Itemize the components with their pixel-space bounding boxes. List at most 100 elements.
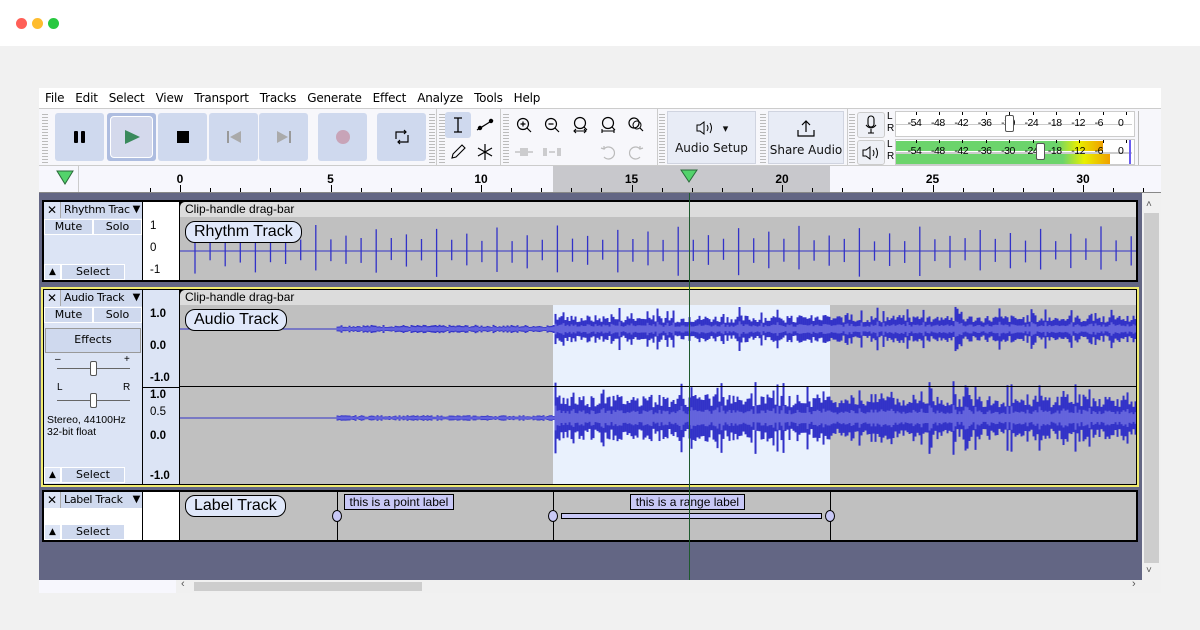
- track-name-menu[interactable]: Label Track ▼: [61, 492, 142, 508]
- select-track-button[interactable]: Select: [61, 264, 125, 280]
- point-label[interactable]: this is a point label: [343, 494, 455, 510]
- waveform-rms: [1108, 410, 1111, 426]
- zoom-out-button[interactable]: [539, 112, 565, 138]
- horizontal-scrollbar[interactable]: ‹ ›: [39, 578, 1142, 593]
- loop-button[interactable]: [377, 113, 426, 161]
- collapse-track-button[interactable]: ▲: [44, 524, 61, 540]
- label-drag-handle[interactable]: [548, 510, 559, 522]
- menu-select[interactable]: Select: [109, 91, 145, 105]
- pause-button[interactable]: [55, 113, 104, 161]
- waveform-rms: [390, 417, 393, 419]
- maximize-window-button[interactable]: [48, 18, 59, 29]
- range-label-bar[interactable]: [561, 513, 823, 519]
- record-meter-button[interactable]: [857, 112, 885, 138]
- menu-effect[interactable]: Effect: [373, 91, 407, 105]
- horizontal-scroll-thumb[interactable]: [194, 582, 422, 591]
- menu-file[interactable]: File: [45, 91, 64, 105]
- clip-handle-drag-bar[interactable]: Clip-handle drag-bar: [180, 202, 1136, 217]
- playback-volume-slider[interactable]: [1036, 143, 1046, 160]
- fit-selection-button[interactable]: [567, 112, 593, 138]
- edit-toolbar-grip[interactable]: [503, 112, 509, 164]
- skip-to-end-button[interactable]: [259, 113, 308, 161]
- share-audio-button[interactable]: Share Audio: [768, 111, 844, 164]
- waveform-rms: [770, 325, 773, 333]
- close-window-button[interactable]: [16, 18, 27, 29]
- scroll-up-icon[interactable]: ˄: [1146, 199, 1152, 210]
- skip-to-start-button[interactable]: [209, 113, 258, 161]
- audio-setup-toolbar-grip[interactable]: [659, 112, 665, 164]
- fit-project-button[interactable]: [595, 112, 621, 138]
- undo-button[interactable]: [595, 139, 621, 165]
- effects-button[interactable]: Effects: [45, 328, 141, 353]
- track-name-menu[interactable]: Audio Track ▼: [61, 290, 142, 306]
- label-area[interactable]: Label Track this is a point label this is…: [180, 492, 1136, 540]
- audio-clip[interactable]: Clip-handle drag-bar Audio Track: [180, 290, 1136, 484]
- mute-button[interactable]: Mute: [44, 219, 93, 235]
- meter-toolbar-grip[interactable]: [849, 112, 855, 164]
- envelope-tool-button[interactable]: [472, 112, 498, 138]
- share-toolbar-grip[interactable]: [760, 112, 766, 164]
- multi-tool-button[interactable]: [472, 139, 498, 165]
- menu-edit[interactable]: Edit: [75, 91, 98, 105]
- menu-analyze[interactable]: Analyze: [417, 91, 463, 105]
- menu-generate[interactable]: Generate: [307, 91, 362, 105]
- timeline-ruler[interactable]: 0 5 10 15 20 25 30: [39, 166, 1161, 193]
- record-volume-slider[interactable]: [1005, 115, 1015, 132]
- playback-meter[interactable]: -54 -48 -42 -36 -30 -24 -18 -12 -6 0: [895, 139, 1135, 165]
- waveform-rms: [712, 325, 715, 333]
- playback-meter-button[interactable]: [857, 140, 885, 165]
- zoom-in-button[interactable]: [511, 112, 537, 138]
- close-track-button[interactable]: ✕: [44, 202, 61, 218]
- record-button[interactable]: [318, 113, 367, 161]
- collapse-track-button[interactable]: ▲: [44, 467, 61, 483]
- select-track-button[interactable]: Select: [61, 467, 125, 483]
- menu-view[interactable]: View: [156, 91, 184, 105]
- toolbar-grip[interactable]: [429, 112, 435, 164]
- play-head-marker-icon[interactable]: [56, 170, 74, 186]
- play-button[interactable]: [107, 113, 156, 161]
- audio-setup-button[interactable]: ▾ Audio Setup: [667, 111, 756, 164]
- draw-tool-button[interactable]: [445, 139, 471, 165]
- menu-help[interactable]: Help: [514, 91, 541, 105]
- clip-handle-drag-bar[interactable]: Clip-handle drag-bar: [180, 290, 1136, 305]
- menu-tracks[interactable]: Tracks: [260, 91, 297, 105]
- collapse-track-button[interactable]: ▲: [44, 264, 61, 280]
- mute-button[interactable]: Mute: [44, 307, 93, 323]
- vertical-scroll-thumb[interactable]: [1144, 213, 1159, 563]
- pan-slider-thumb[interactable]: [90, 393, 97, 408]
- waveform-rms: [580, 411, 583, 425]
- waveform-rms: [812, 411, 815, 425]
- clip-name-pill[interactable]: Rhythm Track: [185, 221, 302, 243]
- scroll-right-icon[interactable]: ›: [1132, 578, 1136, 590]
- record-meter[interactable]: -54-48-42-36-30-24-18-12-60: [895, 111, 1135, 137]
- select-track-button[interactable]: Select: [61, 524, 125, 540]
- close-track-button[interactable]: ✕: [44, 492, 61, 508]
- zoom-toggle-button[interactable]: [623, 112, 649, 138]
- silence-button[interactable]: [539, 139, 565, 165]
- close-track-button[interactable]: ✕: [44, 290, 61, 306]
- stop-button[interactable]: [158, 113, 207, 161]
- clip-name-pill[interactable]: Audio Track: [185, 309, 288, 331]
- minimize-window-button[interactable]: [32, 18, 43, 29]
- track-name-menu[interactable]: Rhythm Trac ▼: [61, 202, 142, 218]
- label-track-name-pill[interactable]: Label Track: [185, 495, 286, 517]
- vertical-scrollbar[interactable]: ˄ ˅: [1142, 193, 1161, 580]
- menu-transport[interactable]: Transport: [194, 91, 249, 105]
- waveform-rms: [882, 411, 885, 425]
- label-drag-handle[interactable]: [825, 510, 836, 522]
- scroll-down-icon[interactable]: ˅: [1146, 565, 1152, 576]
- selection-tool-button[interactable]: [445, 112, 471, 138]
- gain-slider-thumb[interactable]: [90, 361, 97, 376]
- playhead-marker-icon[interactable]: [679, 169, 698, 183]
- waveform-rms: [706, 325, 709, 333]
- transport-toolbar-grip[interactable]: [42, 112, 48, 164]
- menu-tools[interactable]: Tools: [474, 91, 503, 105]
- range-label[interactable]: this is a range label: [629, 494, 746, 510]
- solo-button[interactable]: Solo: [93, 307, 142, 323]
- trim-button[interactable]: [511, 139, 537, 165]
- scroll-left-icon[interactable]: ‹: [181, 578, 185, 590]
- rhythm-clip[interactable]: Clip-handle drag-bar Rhythm Track: [180, 202, 1136, 280]
- label-drag-handle[interactable]: [331, 510, 342, 522]
- redo-button[interactable]: [623, 139, 649, 165]
- solo-button[interactable]: Solo: [93, 219, 142, 235]
